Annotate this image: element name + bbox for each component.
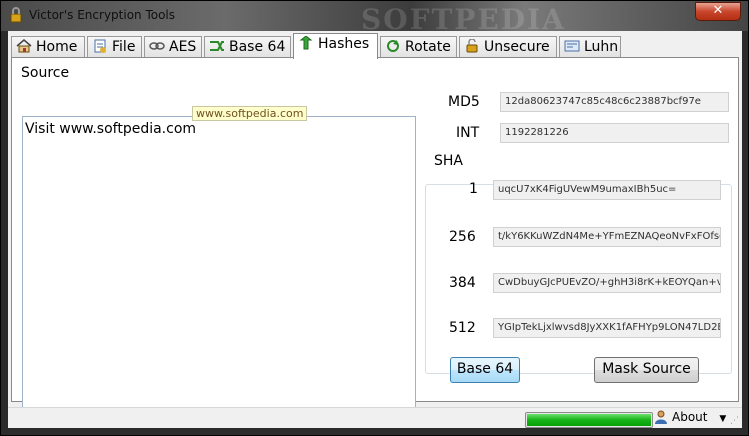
close-button[interactable]: ✕: [695, 2, 741, 21]
about-label: About: [672, 410, 708, 424]
app-window: Victor's Encryption Tools SOFTPEDIA ✕ Ho…: [0, 0, 749, 436]
shuffle-arrows-icon: [210, 41, 224, 51]
rotate-icon: [387, 40, 399, 52]
int-label: INT: [456, 125, 480, 141]
watermark-tooltip: www.softpedia.com: [192, 106, 308, 121]
tab-label: Unsecure: [484, 39, 550, 55]
sha384-field[interactable]: CwDbuyGJcPUEvZO/+ghH3i8rK+kEOYQan+vCuC: [493, 273, 721, 293]
source-textarea[interactable]: Visit www.softpedia.com: [22, 116, 416, 415]
progress-fill: [527, 414, 651, 426]
lock-icon: [10, 7, 22, 23]
window-title: Victor's Encryption Tools: [29, 8, 176, 22]
mask-source-button[interactable]: Mask Source: [594, 357, 699, 383]
tab-label: AES: [169, 39, 197, 55]
md5-field[interactable]: 12da80623747c85c48c6c23887bcf97e: [500, 92, 729, 112]
up-arrow-icon: [299, 36, 313, 50]
home-icon: [16, 39, 32, 53]
tab-hashes[interactable]: Hashes: [293, 33, 378, 59]
user-icon: [655, 410, 667, 424]
tab-label: Luhn: [584, 39, 619, 55]
sha512-field[interactable]: YGIpTekLjxlwvsd8JyXXK1fAFHYp9LON47LD2B5: [493, 318, 721, 338]
tab-label: Base 64: [229, 39, 286, 55]
int-field[interactable]: 1192281226: [500, 123, 729, 143]
about-dropdown[interactable]: About ▼: [654, 410, 726, 428]
sha256-label: 256: [449, 229, 476, 245]
progress-bar: [525, 412, 653, 428]
tab-base64[interactable]: Base 64: [204, 36, 291, 58]
tab-label: File: [112, 39, 136, 55]
tab-rotate[interactable]: Rotate: [380, 36, 457, 58]
sha-group-label: SHA: [432, 153, 465, 169]
file-icon: [94, 39, 106, 53]
source-label: Source: [21, 65, 70, 81]
sha384-label: 384: [449, 275, 476, 291]
tab-aes[interactable]: AES: [144, 36, 202, 58]
chain-link-icon: [149, 42, 165, 50]
tab-file[interactable]: File: [87, 36, 142, 58]
resize-grip[interactable]: ⋰: [730, 416, 739, 426]
status-bar: About ▼ ⋰: [8, 407, 742, 428]
chevron-down-icon: ▼: [719, 414, 727, 424]
client-area: Home File AES Base 64 Hashes Rotate Unse…: [8, 31, 742, 428]
hashes-page: Source Visit www.softpedia.com www.softp…: [11, 57, 739, 415]
sha1-field[interactable]: uqcU7xK4FigUVewM9umaxIBh5uc=: [493, 180, 721, 200]
open-lock-icon: [466, 39, 478, 53]
card-icon: [564, 40, 580, 52]
tab-label: Rotate: [405, 39, 451, 55]
tab-luhn[interactable]: Luhn: [559, 36, 621, 58]
sha1-label: 1: [469, 181, 478, 197]
title-bar[interactable]: Victor's Encryption Tools SOFTPEDIA ✕: [1, 1, 748, 36]
md5-label: MD5: [448, 94, 480, 110]
tab-label: Home: [36, 39, 78, 55]
tab-unsecure[interactable]: Unsecure: [459, 36, 557, 58]
tab-home[interactable]: Home: [11, 36, 85, 58]
tab-label: Hashes: [318, 36, 370, 52]
base64-button[interactable]: Base 64: [450, 357, 520, 383]
sha512-label: 512: [449, 320, 476, 336]
sha256-field[interactable]: t/kY6KKuWZdN4Me+YFmEZNAQeoNvFxFOfsgs: [493, 227, 721, 247]
